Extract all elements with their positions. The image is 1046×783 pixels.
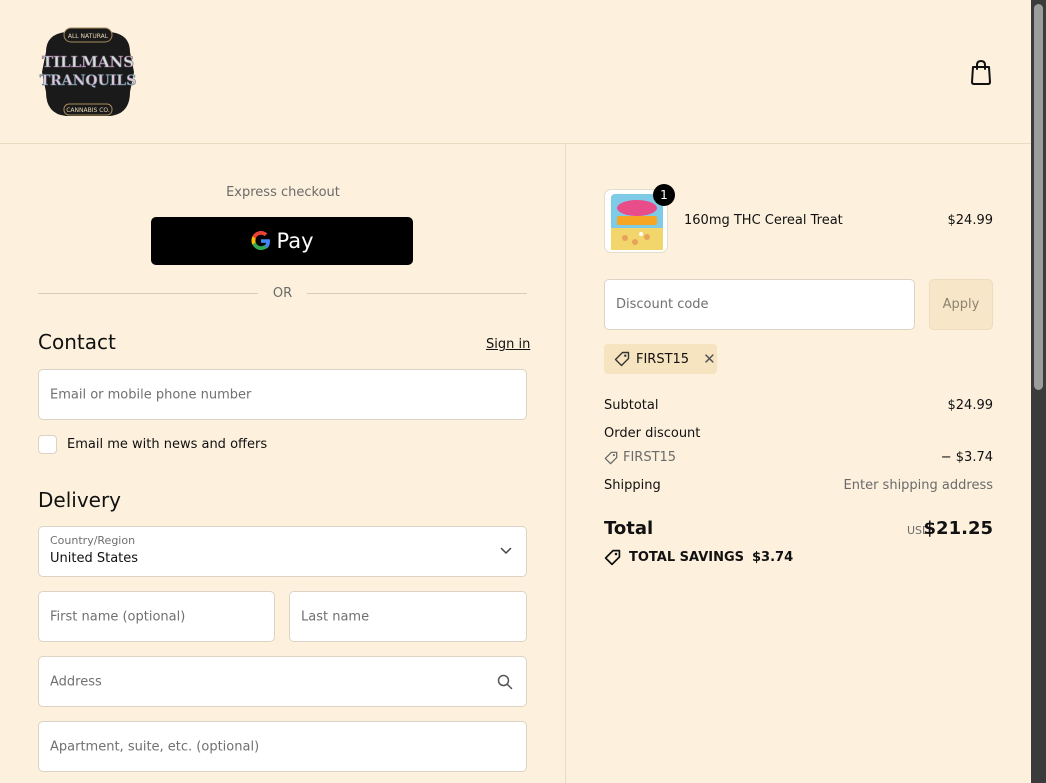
first-name-field[interactable]: First name (optional): [38, 591, 275, 642]
first-name-placeholder: First name (optional): [50, 609, 186, 624]
email-placeholder: Email or mobile phone number: [50, 387, 252, 402]
chevron-down-icon: [500, 547, 512, 554]
logo-text-line2: TRANQUILS: [40, 73, 137, 89]
savings-tag-icon: [604, 549, 621, 566]
total-savings: TOTAL SAVINGS $3.74: [604, 549, 793, 566]
scrollbar-thumb[interactable]: [1034, 4, 1043, 390]
order-summary: 1 160mg THC Cereal Treat $24.99 Discount…: [566, 144, 1031, 783]
last-name-placeholder: Last name: [301, 609, 370, 624]
country-select[interactable]: Country/Region United States: [38, 526, 527, 577]
shipping-value: Enter shipping address: [843, 478, 993, 493]
sign-in-link[interactable]: Sign in: [486, 337, 530, 352]
tag-icon: [604, 451, 618, 464]
logo-text-line1: TILLMANS: [42, 53, 134, 71]
applied-code: FIRST15: [636, 351, 690, 367]
remove-discount-icon[interactable]: ✕: [703, 350, 716, 368]
google-pay-button[interactable]: Pay: [151, 217, 413, 265]
discount-code-name: FIRST15: [623, 450, 677, 465]
google-g-icon: [251, 231, 271, 250]
total-value: $21.25: [923, 518, 993, 539]
newsletter-checkbox[interactable]: [38, 435, 57, 454]
subtotal-label: Subtotal: [604, 398, 659, 413]
product-name: 160mg THC Cereal Treat: [684, 213, 843, 228]
savings-value: $3.74: [752, 550, 794, 565]
shipping-label: Shipping: [604, 478, 661, 493]
country-label: Country/Region: [50, 534, 136, 547]
address-placeholder: Address: [50, 674, 102, 689]
page-scrollbar[interactable]: [1031, 0, 1046, 783]
product-price: $24.99: [947, 213, 994, 228]
site-header: ALL NATURAL TILLMANS TRANQUILS CANNABIS …: [0, 0, 1031, 144]
quantity-badge: 1: [653, 184, 675, 206]
discount-code-row: FIRST15: [604, 450, 676, 465]
apply-button[interactable]: Apply: [929, 279, 993, 330]
email-field[interactable]: Email or mobile phone number: [38, 369, 527, 420]
savings-label: TOTAL SAVINGS: [629, 550, 745, 565]
newsletter-label: Email me with news and offers: [67, 437, 268, 452]
contact-heading: Contact: [38, 330, 116, 354]
or-divider: OR: [38, 286, 527, 302]
search-icon: [497, 674, 513, 690]
tag-icon: [614, 351, 630, 367]
apartment-field[interactable]: Apartment, suite, etc. (optional): [38, 721, 527, 772]
logo-text-bottom: CANNABIS CO.: [66, 107, 110, 114]
order-discount-label: Order discount: [604, 426, 701, 441]
store-logo[interactable]: ALL NATURAL TILLMANS TRANQUILS CANNABIS …: [38, 22, 138, 122]
discount-value: − $3.74: [940, 450, 993, 465]
google-pay-label: Pay: [276, 229, 314, 253]
subtotal-value: $24.99: [947, 398, 994, 413]
apartment-placeholder: Apartment, suite, etc. (optional): [50, 739, 260, 754]
discount-code-field[interactable]: Discount code: [604, 279, 915, 330]
address-field[interactable]: Address: [38, 656, 527, 707]
express-checkout-label: Express checkout: [226, 185, 340, 200]
applied-discount-tag: FIRST15 ✕: [604, 344, 717, 374]
or-text: OR: [272, 286, 293, 301]
total-label: Total: [604, 518, 654, 539]
logo-text-top: ALL NATURAL: [68, 33, 109, 40]
shopping-bag-icon[interactable]: [968, 58, 994, 86]
discount-placeholder: Discount code: [616, 297, 709, 312]
last-name-field[interactable]: Last name: [289, 591, 527, 642]
delivery-heading: Delivery: [38, 488, 122, 512]
checkout-form: Express checkout Pay OR Contact Sign in …: [0, 144, 566, 783]
country-value: United States: [50, 551, 139, 566]
